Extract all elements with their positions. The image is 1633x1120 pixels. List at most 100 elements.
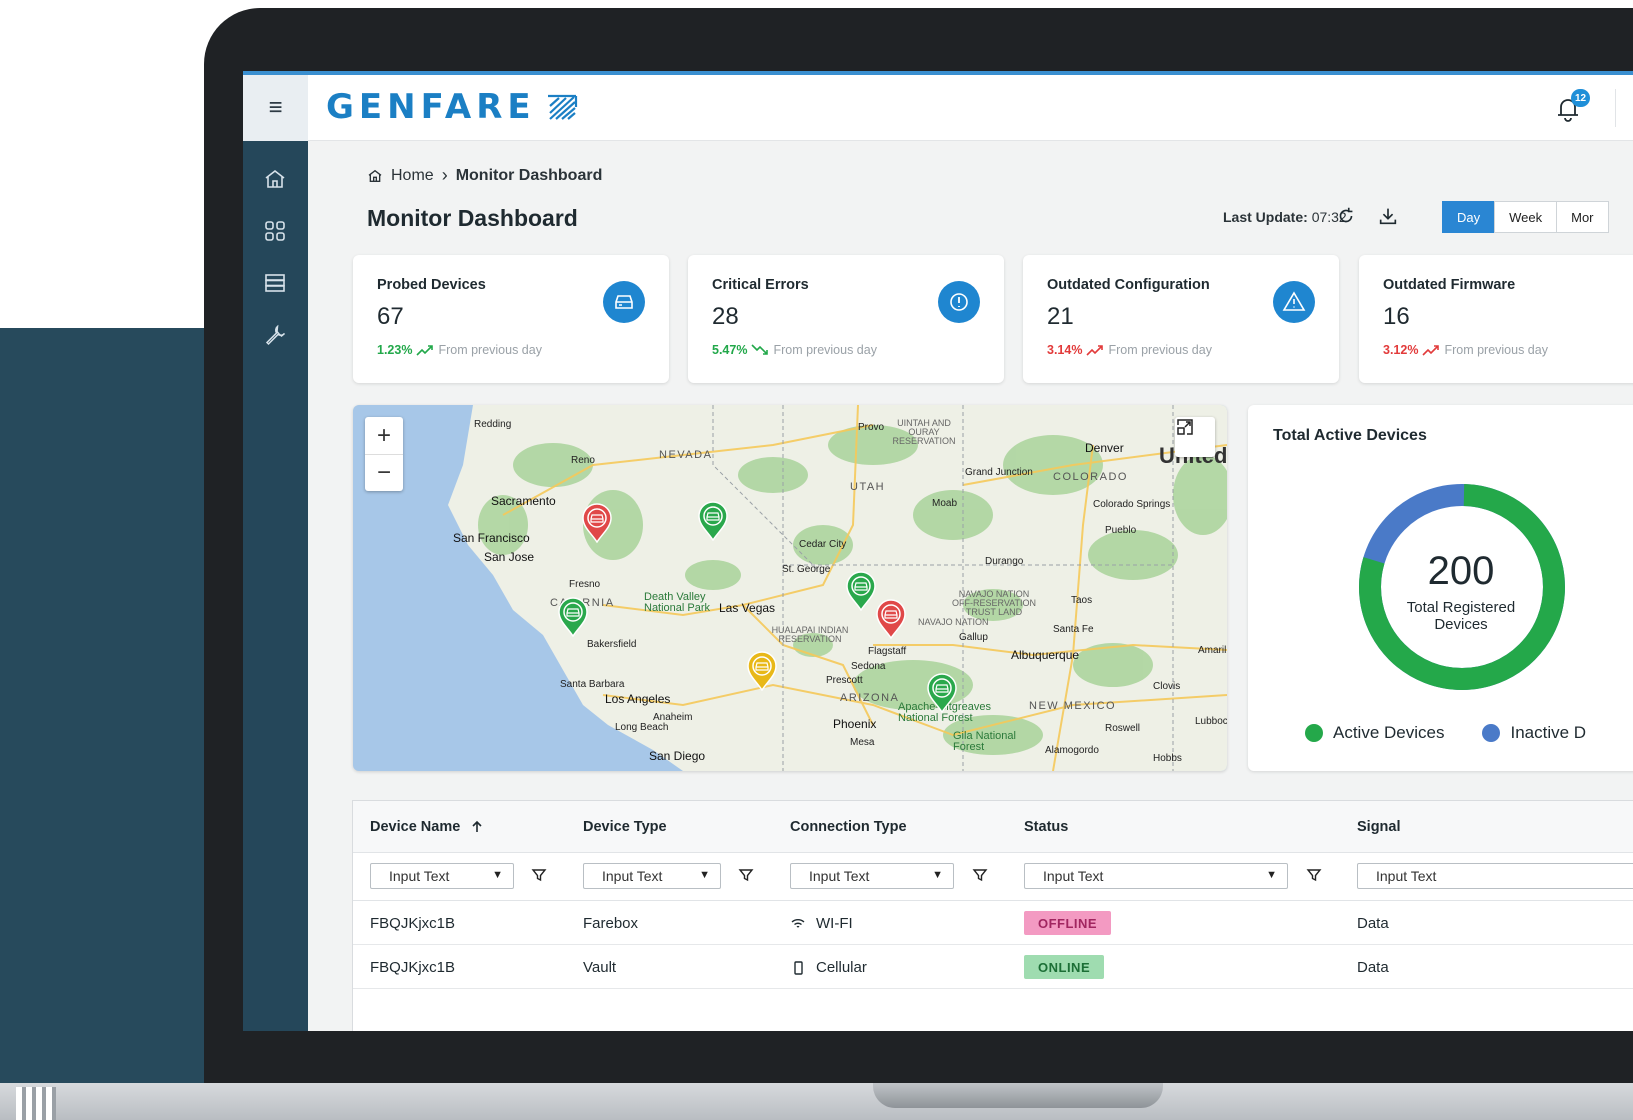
zoom-in-button[interactable]: + xyxy=(365,417,403,454)
map-label-city: Flagstaff xyxy=(868,646,907,657)
grid-icon[interactable] xyxy=(263,219,287,243)
map-label-city: Denver xyxy=(1085,441,1124,455)
tab-month[interactable]: Mor xyxy=(1556,201,1609,233)
expand-icon xyxy=(1177,419,1193,435)
map-label-city: San Francisco xyxy=(453,531,530,545)
column-header-status[interactable]: Status xyxy=(1024,819,1068,835)
time-range-tabs: Day Week Mor xyxy=(1442,201,1609,233)
device-pin-ok[interactable] xyxy=(557,597,589,637)
stat-change: 3.12% From previous day xyxy=(1383,343,1548,357)
device-pin-ok[interactable] xyxy=(926,673,958,713)
stat-title: Critical Errors xyxy=(712,277,809,293)
stat-change-pct: 1.23% xyxy=(377,343,413,357)
tab-week[interactable]: Week xyxy=(1494,201,1558,233)
device-pin-ok[interactable] xyxy=(845,571,877,611)
filter-icon[interactable] xyxy=(531,867,547,883)
breadcrumb-home-link[interactable]: Home xyxy=(391,167,434,185)
cell-signal: Data xyxy=(1357,915,1389,932)
top-bar-divider xyxy=(1615,89,1616,127)
status-filter[interactable]: Input Text ▼ xyxy=(1024,863,1288,889)
status-badge: ONLINE xyxy=(1024,955,1105,979)
device-pin-error[interactable] xyxy=(581,503,613,543)
map-label-city: Albuquerque xyxy=(1011,648,1080,662)
breadcrumb-home-icon[interactable] xyxy=(367,168,383,184)
map-label-city: Colorado Springs xyxy=(1093,499,1171,510)
map-label-city: Prescott xyxy=(826,675,863,686)
table-row[interactable]: FBQJKjxc1B Farebox WI-FI OFFLINE Data xyxy=(353,901,1633,945)
trend-up-icon xyxy=(416,345,434,356)
map-label-city: Fresno xyxy=(569,579,601,590)
map-label-city: Long Beach xyxy=(615,722,669,733)
dropdown-caret-icon: ▼ xyxy=(699,869,710,881)
device-type-filter[interactable]: Input Text ▼ xyxy=(583,863,721,889)
filter-icon[interactable] xyxy=(972,867,988,883)
column-header-device-type[interactable]: Device Type xyxy=(583,819,667,835)
device-pin-error[interactable] xyxy=(875,599,907,639)
map-label-city: Mesa xyxy=(850,737,875,748)
filter-icon[interactable] xyxy=(738,867,754,883)
sort-ascending-icon[interactable] xyxy=(470,820,484,834)
legend-inactive-label: Inactive D xyxy=(1510,723,1587,742)
stat-change: 5.47% From previous day xyxy=(712,343,877,357)
status-badge: OFFLINE xyxy=(1024,911,1112,935)
stat-value: 67 xyxy=(377,303,404,330)
filter-placeholder: Input Text xyxy=(1376,868,1437,884)
map-label-park: Death Valley National Park xyxy=(644,591,711,614)
device-pin-warning[interactable] xyxy=(746,651,778,691)
home-icon[interactable] xyxy=(263,167,287,191)
table-row[interactable]: FBQJKjxc1B Vault Cellular ONLINE Data xyxy=(353,945,1633,989)
tab-day[interactable]: Day xyxy=(1442,201,1496,233)
dropdown-caret-icon: ▼ xyxy=(1266,869,1277,881)
warning-triangle-icon xyxy=(1273,281,1315,323)
device-pin-ok[interactable] xyxy=(697,501,729,541)
brand-logo[interactable]: GENFARE xyxy=(326,87,578,127)
stat-change-pct: 3.12% xyxy=(1383,343,1419,357)
stat-card-outdated-configuration[interactable]: Outdated Configuration 21 3.14% From pre… xyxy=(1023,255,1339,383)
dropdown-caret-icon: ▼ xyxy=(932,869,943,881)
device-map[interactable]: NEVADA UTAH COLORADO ARIZONA NEW MEXICO … xyxy=(353,405,1227,771)
trend-down-icon xyxy=(751,344,769,355)
table-header-row: Device Name Device Type Connection Type … xyxy=(353,801,1633,853)
stat-value: 21 xyxy=(1047,303,1074,330)
map-label-city: San Jose xyxy=(484,550,535,564)
column-header-connection-type[interactable]: Connection Type xyxy=(790,819,907,835)
wrench-icon[interactable] xyxy=(263,323,287,347)
stat-change-pct: 5.47% xyxy=(712,343,748,357)
device-name-filter[interactable]: Input Text ▼ xyxy=(370,863,514,889)
connection-type-filter[interactable]: Input Text ▼ xyxy=(790,863,954,889)
stat-title: Outdated Configuration xyxy=(1047,277,1210,293)
last-update: Last Update: 07:32 xyxy=(1223,209,1347,225)
wifi-icon xyxy=(791,918,805,928)
map-label-state: NEVADA xyxy=(659,449,713,461)
filter-placeholder: Input Text xyxy=(1043,868,1104,884)
map-label-city: Grand Junction xyxy=(965,467,1033,478)
filter-icon[interactable] xyxy=(1306,867,1322,883)
connection-label: Cellular xyxy=(816,959,867,976)
map-label-city: Gallup xyxy=(959,632,988,643)
stat-value: 16 xyxy=(1383,303,1410,330)
total-registered-label: Total Registered Devices xyxy=(1406,599,1516,633)
laptop-notch xyxy=(873,1083,1163,1108)
refresh-icon[interactable] xyxy=(1335,205,1357,227)
stat-card-critical-errors[interactable]: Critical Errors 28 5.47% From previous d… xyxy=(688,255,1004,383)
server-icon[interactable] xyxy=(263,271,287,295)
map-label-city: Reno xyxy=(571,455,595,466)
column-header-device-name[interactable]: Device Name xyxy=(370,819,484,835)
stat-card-probed-devices[interactable]: Probed Devices 67 1.23% From previous da… xyxy=(353,255,669,383)
stat-value: 28 xyxy=(712,303,739,330)
menu-toggle-button[interactable]: ≡ xyxy=(243,75,308,141)
map-expand-button[interactable] xyxy=(1175,417,1215,457)
signal-filter[interactable]: Input Text xyxy=(1357,863,1633,889)
stat-card-outdated-firmware[interactable]: Outdated Firmware 16 3.12% From previous… xyxy=(1359,255,1633,383)
breadcrumb: Home › Monitor Dashboard xyxy=(367,165,602,186)
brand-name: GENFARE xyxy=(326,87,536,127)
map-label-city: Los Angeles xyxy=(605,692,671,706)
zoom-out-button[interactable]: − xyxy=(365,454,403,491)
column-header-signal[interactable]: Signal xyxy=(1357,819,1401,835)
map-label-city: Hobbs xyxy=(1153,753,1182,764)
devices-table: Device Name Device Type Connection Type … xyxy=(352,800,1633,1031)
device-icon xyxy=(603,281,645,323)
download-icon[interactable] xyxy=(1377,205,1399,227)
map-label-region: NAVAJO NATION xyxy=(918,617,989,627)
map-label-city: Santa Fe xyxy=(1053,624,1094,635)
